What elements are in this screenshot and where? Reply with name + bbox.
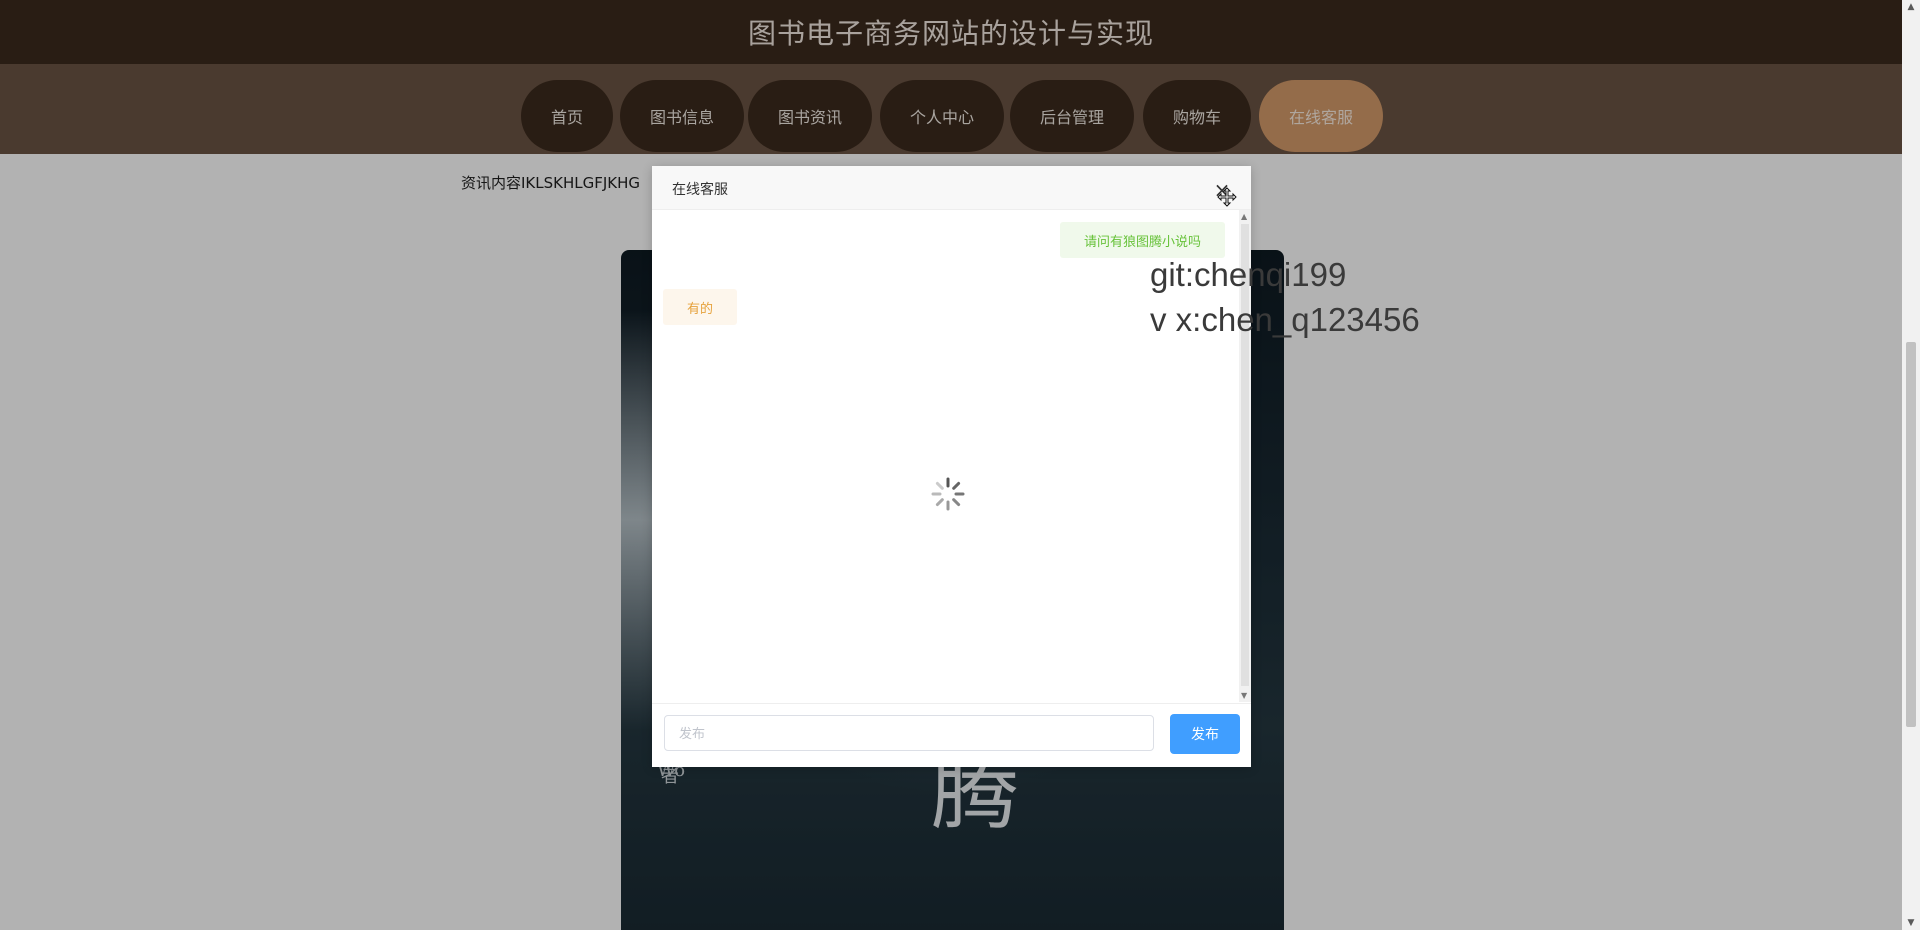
page-scrollbar[interactable]: ▲ ▼ <box>1902 0 1920 930</box>
message-input[interactable] <box>664 715 1154 751</box>
move-cursor-icon <box>1217 187 1237 207</box>
dialog-header[interactable]: 在线客服 × <box>652 166 1251 210</box>
dialog-title: 在线客服 <box>672 182 728 198</box>
watermark: git:chenqi199 v x:chen_q123456 <box>1150 252 1420 342</box>
send-button[interactable]: 发布 <box>1170 714 1240 754</box>
watermark-line-1: git:chenqi199 <box>1150 256 1347 293</box>
chat-scroll-up-icon[interactable]: ▲ <box>1241 212 1247 221</box>
chat-message-agent: 有的 <box>663 289 738 325</box>
page-scroll-thumb[interactable] <box>1906 342 1916 727</box>
dialog-footer: 发布 <box>652 703 1251 767</box>
loading-spinner-icon <box>931 477 965 511</box>
watermark-line-2: v x:chen_q123456 <box>1150 301 1420 338</box>
scroll-down-icon[interactable]: ▼ <box>1902 916 1920 930</box>
chat-scroll-down-icon[interactable]: ▼ <box>1241 691 1247 700</box>
scroll-up-icon[interactable]: ▲ <box>1902 0 1920 14</box>
